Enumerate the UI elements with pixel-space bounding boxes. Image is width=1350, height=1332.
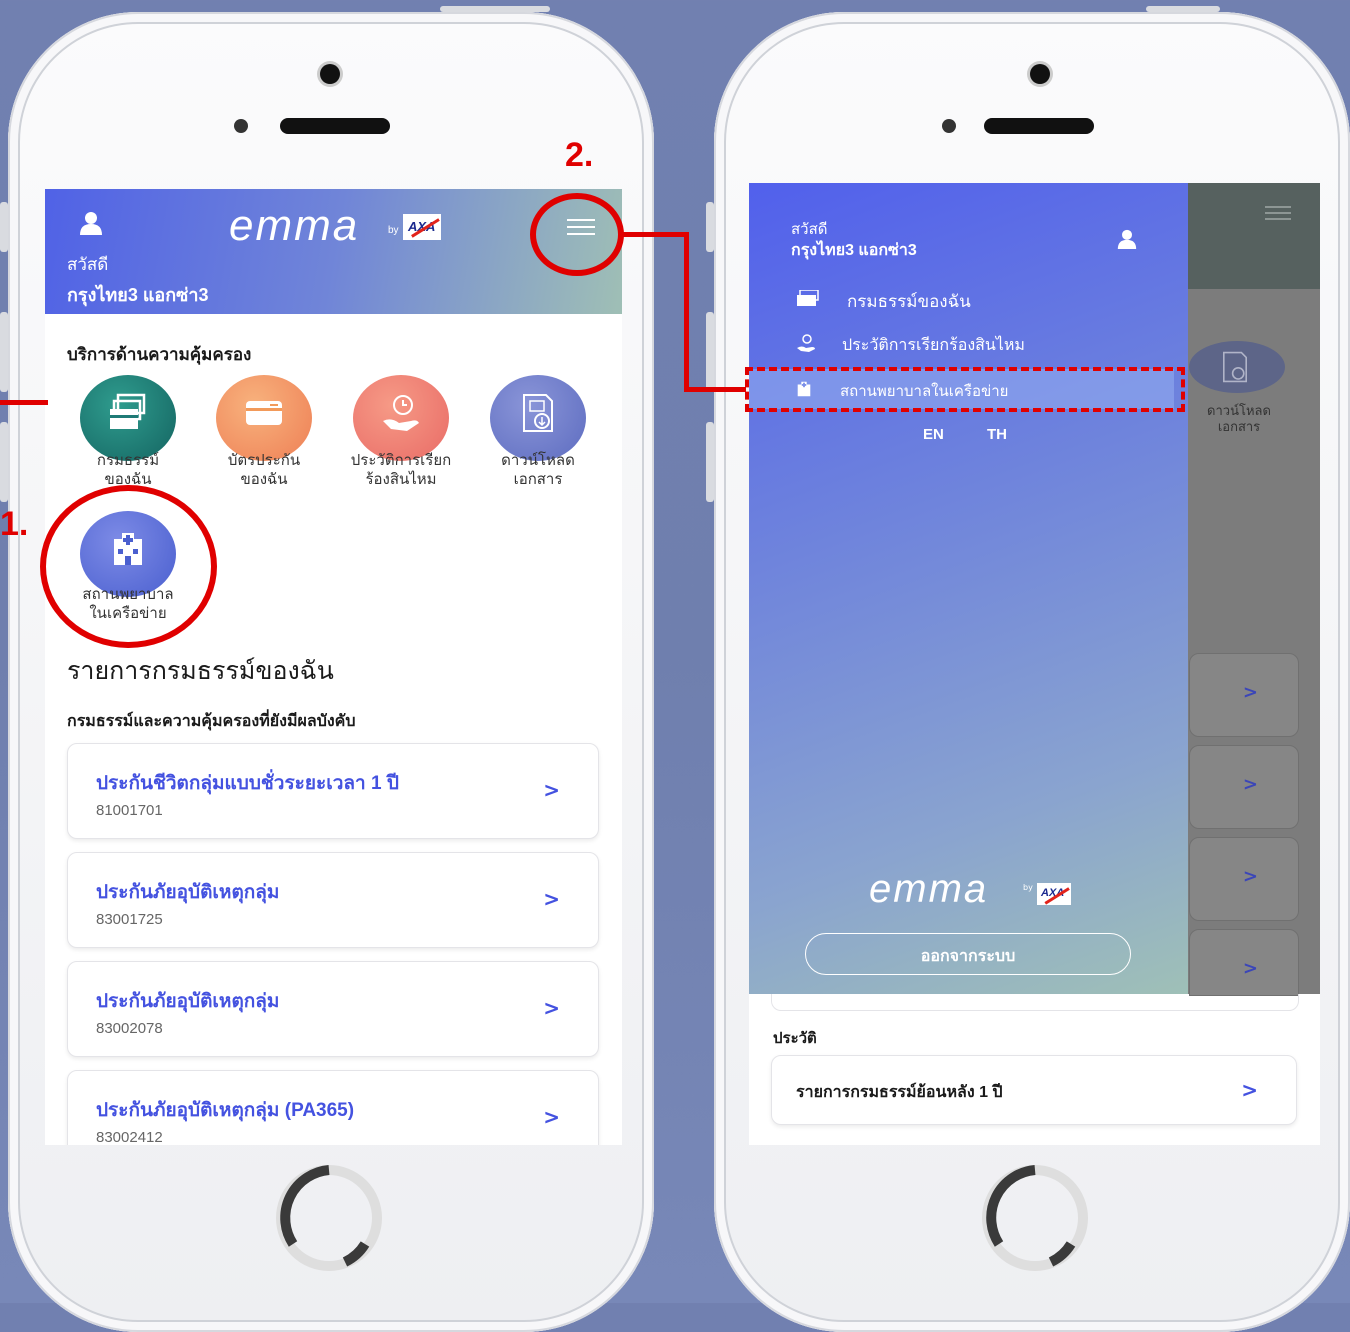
chevron-right-icon: > [1242,958,1258,979]
claim-history-icon [383,395,419,431]
right-screen: ดาวน์โหลด เอกสาร > > > > ประวัติ รายการก… [749,183,1320,1145]
front-camera [1030,64,1050,84]
policy-cards-icon [110,393,146,429]
policy-card[interactable]: ประกันภัยอุบัติเหตุกลุ่ม (PA365) 8300241… [67,1070,599,1145]
chevron-right-icon: > [1241,1078,1258,1102]
highlight-circle-menu [530,193,624,276]
chevron-right-icon: > [1242,866,1258,887]
chevron-right-icon: > [543,778,560,802]
policy-number: 83001725 [96,911,163,928]
connector-line [622,232,689,237]
front-camera [320,64,340,84]
card-bottom-edge [771,994,1299,1011]
loading-spinner-icon [982,1165,1088,1271]
download-document-icon [523,394,553,432]
dimmed-card: > [1189,837,1299,921]
side-button [0,202,8,252]
dimmed-card: > [1189,745,1299,829]
claim-icon [797,334,815,352]
sensor [234,119,248,133]
logo-by: by [388,225,399,236]
emma-logo: emma [869,867,989,911]
language-th-button[interactable]: TH [987,426,1007,443]
menu-item-claim-history[interactable]: ประวัติการเรียกร้องสินไหม [749,323,1188,365]
chevron-right-icon: > [543,887,560,911]
policy-number: 83002412 [96,1129,163,1145]
policy-list-title: รายการกรมธรรม์ของฉัน [67,657,334,685]
logout-button[interactable]: ออกจากระบบ [805,933,1131,975]
user-icon[interactable] [80,211,102,235]
axa-logo: AXA [403,214,441,240]
user-name: กรุงไทย3 แอกซ่า3 [67,285,209,305]
service-insurance-card-label: บัตรประกัน ของฉัน [227,452,301,488]
policy-title: ประกันภัยอุบัติเหตุกลุ่ม [96,991,280,1012]
earpiece-speaker [984,118,1094,134]
loading-spinner-icon [276,1165,382,1271]
connector-line [684,387,746,392]
sensor [942,119,956,133]
side-button [0,422,8,502]
history-card[interactable]: รายการกรมธรรม์ย้อนหลัง 1 ปี > [771,1055,1297,1125]
policy-number: 81001701 [96,802,163,819]
policy-title: ประกันภัยอุบัติเหตุกลุ่ม [96,882,280,903]
service-insurance-card-button[interactable] [216,375,312,461]
menu-item-label: ประวัติการเรียกร้องสินไหม [842,337,1025,354]
side-menu-drawer: สวัสดี กรุงไทย3 แอกซ่า3 กรมธรรม์ของฉัน ป… [749,183,1188,994]
step-1-label: 1. [0,505,29,543]
policy-title: ประกันชีวิตกลุ่มแบบชั่วระยะเวลา 1 ปี [96,773,399,794]
side-button [0,312,8,392]
service-claim-history-button[interactable] [353,375,449,461]
service-download-label: ดาวน์โหลด เอกสาร [501,452,575,488]
menu-item-label: กรมธรรม์ของฉัน [847,292,971,311]
history-heading: ประวัติ [773,1030,817,1047]
policy-icon [797,290,819,306]
logo-by: by [1023,883,1033,892]
dimmed-card: > [1189,929,1299,996]
history-item-label: รายการกรมธรรม์ย้อนหลัง 1 ปี [796,1084,1003,1101]
side-button [706,202,714,252]
greeting-text: สวัสดี [67,255,109,274]
dimmed-download-label: ดาวน์โหลด เอกสาร [1207,403,1271,434]
chevron-right-icon: > [543,996,560,1020]
chevron-right-icon: > [1242,774,1258,795]
chevron-right-icon: > [543,1105,560,1129]
connector-line [684,232,689,392]
download-document-icon [1223,351,1247,383]
connector-line [0,400,48,405]
highlight-box-hospital-menu [745,367,1185,412]
service-my-policy-button[interactable] [80,375,176,461]
services-heading: บริการด้านความคุ้มครอง [67,345,252,364]
top-button [440,6,550,12]
dimmed-card: > [1189,653,1299,737]
dimmed-download-button [1189,341,1285,393]
left-screen: emma by AXA สวัสดี กรุงไทย3 แอกซ่า3 บริก… [45,189,622,1145]
policy-card[interactable]: ประกันภัยอุบัติเหตุกลุ่ม 83001725 > [67,852,599,948]
home-button[interactable] [979,1162,1091,1274]
service-download-button[interactable] [490,375,586,461]
step-2-label: 2. [565,136,594,174]
menu-hamburger-icon[interactable] [1265,206,1291,220]
side-button [706,312,714,392]
language-en-button[interactable]: EN [923,426,944,443]
axa-logo: AXA [1037,883,1071,905]
highlight-circle-hospital [40,485,217,648]
user-icon[interactable] [1117,229,1137,249]
logout-label: ออกจากระบบ [920,948,1016,965]
policy-card[interactable]: ประกันภัยอุบัติเหตุกลุ่ม 83002078 > [67,961,599,1057]
top-button [1146,6,1220,12]
emma-logo: emma [229,201,360,250]
policy-number: 83002078 [96,1020,163,1037]
menu-item-my-policy[interactable]: กรมธรรม์ของฉัน [749,278,1188,320]
home-button[interactable] [273,1162,385,1274]
side-button [706,422,714,502]
service-my-policy-label: กรมธรรม์ ของฉัน [96,452,160,488]
chevron-right-icon: > [1242,682,1258,703]
insurance-card-icon [246,401,282,425]
policy-list-subtitle: กรมธรรม์และความคุ้มครองที่ยังมีผลบังคับ [67,713,356,730]
service-claim-history-label: ประวัติการเรียก ร้องสินไหม [350,452,452,488]
menu-user-name: กรุงไทย3 แอกซ่า3 [791,242,917,259]
earpiece-speaker [280,118,390,134]
policy-title: ประกันภัยอุบัติเหตุกลุ่ม (PA365) [96,1100,355,1121]
policy-card[interactable]: ประกันชีวิตกลุ่มแบบชั่วระยะเวลา 1 ปี 810… [67,743,599,839]
